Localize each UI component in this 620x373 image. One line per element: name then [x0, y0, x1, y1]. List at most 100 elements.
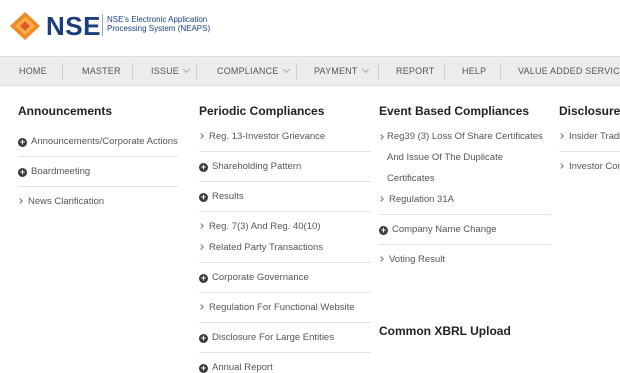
- nav-home[interactable]: HOME: [19, 57, 47, 85]
- nav-divider: [62, 63, 63, 80]
- nav-issue[interactable]: ISSUE: [151, 57, 191, 85]
- nav-payment[interactable]: PAYMENT: [314, 57, 369, 85]
- plus-circle-icon: +: [199, 162, 208, 172]
- divider: [199, 292, 371, 293]
- nav-compliance[interactable]: COMPLIANCE: [217, 57, 290, 85]
- divider: [559, 151, 620, 152]
- menu-item-label: Related Party Transactions: [209, 242, 324, 253]
- nav-divider: [378, 63, 379, 80]
- menu-item-label: Announcements/Corporate Actions: [31, 136, 178, 147]
- menu-item-regulation-for-functional-website[interactable]: Regulation For Functional Website: [198, 297, 371, 318]
- menu-item-label: Reg. 7(3) And Reg. 40(10): [209, 221, 321, 232]
- logo-divider: [102, 14, 103, 36]
- menu-item-reg-13-investor-grievance[interactable]: Reg. 13-Investor Grievance: [198, 126, 371, 147]
- chevron-down-icon: [361, 65, 369, 74]
- menu-item-related-party-transactions[interactable]: Related Party Transactions: [198, 237, 371, 258]
- nav-divider: [196, 63, 197, 80]
- menu-item-news-clarification[interactable]: News Clarification: [17, 191, 178, 212]
- nav-help[interactable]: HELP: [462, 57, 486, 85]
- nse-logo-icon[interactable]: [10, 12, 40, 40]
- disclosures-column: Disclosures Insider Trading Investor Com…: [559, 102, 620, 177]
- tagline: NSE's Electronic Application Processing …: [107, 15, 211, 33]
- menu-item-company-name-change[interactable]: + Company Name Change: [379, 219, 551, 240]
- divider: [199, 322, 371, 323]
- menu-item-shareholding-pattern[interactable]: + Shareholding Pattern: [199, 156, 371, 177]
- menu-item-label: Boardmeeting: [31, 166, 91, 177]
- chevron-right-icon: [198, 223, 204, 229]
- main-nav: HOME MASTER ISSUE COMPLIANCE PAYMENT REP…: [0, 56, 620, 86]
- plus-circle-icon: +: [199, 363, 208, 373]
- logo-text[interactable]: NSE: [46, 11, 101, 42]
- divider: [18, 156, 178, 157]
- menu-item-corporate-governance[interactable]: + Corporate Governance: [199, 267, 371, 288]
- chevron-right-icon: [559, 163, 564, 169]
- chevron-right-icon: [198, 133, 204, 139]
- menu-item-label: Annual Report: [212, 362, 273, 373]
- nav-master[interactable]: MASTER: [82, 57, 121, 85]
- chevron-right-icon: [559, 133, 564, 139]
- menu-item-reg39-loss-of-share-certificates[interactable]: Reg39 (3) Loss Of Share Certificates And…: [378, 126, 551, 189]
- nav-label: PAYMENT: [314, 66, 358, 76]
- nav-divider: [500, 63, 501, 80]
- menu-item-boardmeeting[interactable]: + Boardmeeting: [18, 161, 178, 182]
- nav-label: MASTER: [82, 66, 121, 76]
- menu-item-insider-trading[interactable]: Insider Trading: [559, 126, 620, 147]
- chevron-right-icon: [198, 304, 204, 310]
- nav-label: ISSUE: [151, 66, 180, 76]
- announcements-column: Announcements + Announcements/Corporate A…: [17, 102, 178, 212]
- chevron-right-icon: [378, 196, 384, 202]
- plus-circle-icon: +: [18, 137, 27, 147]
- plus-circle-icon: +: [199, 192, 208, 202]
- divider: [379, 214, 551, 215]
- nav-divider: [132, 63, 133, 80]
- menu-item-reg-7-3-and-reg-40-10[interactable]: Reg. 7(3) And Reg. 40(10): [198, 216, 371, 237]
- header: NSE NSE's Electronic Application Process…: [0, 0, 620, 50]
- menu-item-investor-complaints[interactable]: Investor Complaints: [559, 156, 620, 177]
- menu-item-disclosure-for-large-entities[interactable]: + Disclosure For Large Entities: [199, 327, 371, 348]
- nav-divider: [444, 63, 445, 80]
- menu-item-label: Disclosure For Large Entities: [212, 332, 334, 343]
- announcements-heading: Announcements: [18, 104, 113, 118]
- menu-item-label: Corporate Governance: [212, 272, 309, 283]
- plus-circle-icon: +: [199, 273, 208, 283]
- menu-item-label: Investor Complaints: [569, 161, 620, 172]
- menu-item-label: Results: [212, 191, 244, 202]
- nav-report[interactable]: REPORT: [396, 57, 435, 85]
- menu-item-label: Voting Result: [389, 254, 445, 265]
- nav-value-added-services[interactable]: VALUE ADDED SERVICES: [518, 57, 620, 85]
- menu-item-regulation-31a[interactable]: Regulation 31A: [378, 189, 551, 210]
- chevron-right-icon: [198, 244, 204, 250]
- menu-item-label: Reg39 (3) Loss Of Share Certificates And…: [387, 131, 543, 184]
- common-xbrl-column: Common XBRL Upload: [379, 322, 551, 340]
- nav-label: HOME: [19, 66, 47, 76]
- divider: [199, 181, 371, 182]
- menu-item-voting-result[interactable]: Voting Result: [378, 249, 551, 270]
- event-based-compliances-column: Event Based Compliances Reg39 (3) Loss O…: [378, 102, 551, 270]
- divider: [199, 262, 371, 263]
- menu-item-label: News Clarification: [28, 196, 105, 207]
- disclosures-heading: Disclosures: [559, 104, 620, 118]
- menu-item-results[interactable]: + Results: [199, 186, 371, 207]
- menu-item-annual-report[interactable]: + Annual Report: [199, 357, 371, 373]
- menu-item-label: Regulation 31A: [389, 194, 454, 205]
- chevron-right-icon: [17, 198, 23, 204]
- menu-item-label: Regulation For Functional Website: [209, 302, 355, 313]
- menu-item-label: Insider Trading: [569, 131, 620, 142]
- divider: [199, 211, 371, 212]
- menu-item-announcements-corporate-actions[interactable]: + Announcements/Corporate Actions: [18, 132, 178, 152]
- chevron-down-icon: [282, 65, 290, 74]
- nav-label: COMPLIANCE: [217, 66, 279, 76]
- periodic-compliances-column: Periodic Compliances Reg. 13-Investor Gr…: [198, 102, 371, 373]
- plus-circle-icon: +: [18, 167, 27, 177]
- divider: [199, 352, 371, 353]
- common-xbrl-upload-heading[interactable]: Common XBRL Upload: [379, 322, 551, 340]
- event-based-compliances-heading: Event Based Compliances: [379, 104, 530, 118]
- nav-label: REPORT: [396, 66, 435, 76]
- nav-divider: [296, 63, 297, 80]
- periodic-compliances-heading: Periodic Compliances: [199, 104, 325, 118]
- chevron-down-icon: [182, 65, 191, 74]
- nav-label: VALUE ADDED SERVICES: [518, 66, 620, 76]
- chevron-right-icon: [378, 134, 384, 140]
- chevron-right-icon: [378, 256, 384, 262]
- menu-item-label: Reg. 13-Investor Grievance: [209, 131, 326, 142]
